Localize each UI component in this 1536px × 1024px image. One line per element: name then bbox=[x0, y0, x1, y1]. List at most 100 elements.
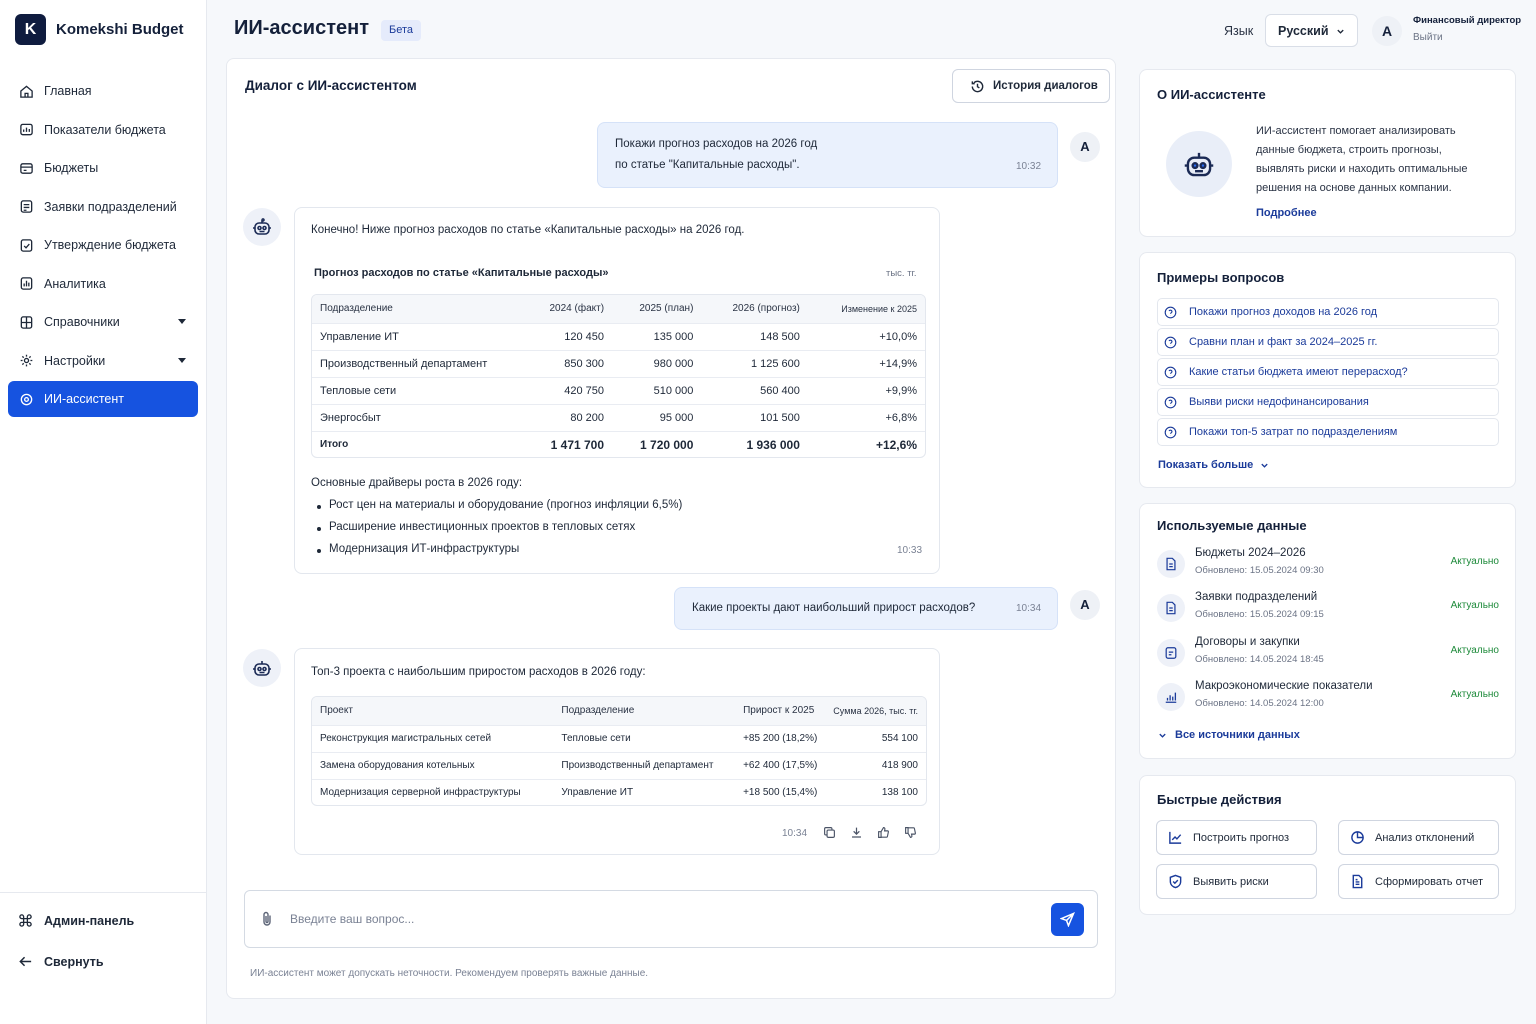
sidebar-item-home[interactable]: Главная bbox=[8, 73, 198, 109]
list-item: Модернизация ИТ-инфраструктуры bbox=[316, 543, 520, 555]
sidebar-nav: Главная Показатели бюджета Бюджеты Заявк… bbox=[8, 73, 198, 420]
book-icon bbox=[18, 314, 34, 330]
about-description: ИИ-ассистент помогает анализировать данн… bbox=[1256, 122, 1468, 198]
col-header: 2024 (факт) bbox=[522, 295, 613, 324]
thumbs-down-icon[interactable] bbox=[904, 826, 917, 839]
sidebar-item-label: Заявки подразделений bbox=[44, 199, 177, 214]
sidebar-item-requests[interactable]: Заявки подразделений bbox=[8, 189, 198, 225]
about-line: решения на основе данных компании. bbox=[1256, 182, 1452, 194]
example-question-text: Какие статьи бюджета имеют перерасход? bbox=[1189, 366, 1408, 378]
forecast-table: Подразделение 2024 (факт) 2025 (план) 20… bbox=[311, 294, 926, 458]
page-title: ИИ-ассистент bbox=[234, 17, 369, 39]
example-question[interactable]: Покажи прогноз доходов на 2026 год bbox=[1157, 298, 1499, 326]
chevron-down-icon bbox=[178, 357, 186, 363]
message-text: Какие проекты дают наибольший прирост ра… bbox=[692, 602, 976, 614]
help-circle-icon bbox=[1164, 366, 1177, 378]
sidebar-item-settings[interactable]: Настройки bbox=[8, 343, 198, 379]
cell: 510 000 bbox=[612, 377, 702, 405]
message-time: 10:34 bbox=[1016, 603, 1042, 614]
show-more-label: Показать больше bbox=[1158, 459, 1254, 471]
chevron-down-icon bbox=[1261, 463, 1268, 468]
table-header-row: Подразделение 2024 (факт) 2025 (план) 20… bbox=[312, 295, 925, 324]
button-label: Сформировать отчет bbox=[1375, 875, 1484, 888]
chat-input-placeholder[interactable]: Введите ваш вопрос... bbox=[290, 912, 414, 926]
logout-link[interactable]: Выйти bbox=[1413, 32, 1443, 43]
cell: 1 720 000 bbox=[640, 437, 694, 452]
cell: +12,6% bbox=[875, 437, 917, 452]
arrow-left-icon bbox=[18, 954, 34, 969]
cell: +62 400 (17,5%) bbox=[735, 752, 826, 780]
robot-icon bbox=[253, 661, 271, 676]
user-message: Какие проекты дают наибольший прирост ра… bbox=[674, 587, 1058, 630]
admin-panel-label: Админ-панель bbox=[44, 913, 135, 928]
message-text: Покажи прогноз расходов на 2026 год bbox=[615, 138, 818, 150]
example-question[interactable]: Сравни план и факт за 2024–2025 гг. bbox=[1157, 328, 1499, 356]
user-avatar[interactable]: А bbox=[1372, 16, 1402, 46]
message-time: 10:34 bbox=[782, 828, 808, 839]
examples-title: Примеры вопросов bbox=[1157, 270, 1285, 285]
report-icon bbox=[1352, 874, 1363, 889]
paperclip-icon[interactable] bbox=[260, 911, 274, 930]
contract-icon bbox=[1157, 639, 1185, 667]
example-question[interactable]: Какие статьи бюджета имеют перерасход? bbox=[1157, 358, 1499, 386]
app-name: Komekshi Budget bbox=[56, 21, 184, 38]
generate-report-button[interactable]: Сформировать отчет bbox=[1338, 864, 1499, 899]
cell: 418 900 bbox=[825, 752, 926, 780]
thumbs-up-icon[interactable] bbox=[877, 826, 890, 839]
sidebar-item-directories[interactable]: Справочники bbox=[8, 304, 198, 340]
example-question[interactable]: Покажи топ-5 затрат по подразделениям bbox=[1157, 418, 1499, 446]
download-icon[interactable] bbox=[850, 826, 863, 839]
sidebar-item-label: Аналитика bbox=[44, 276, 106, 291]
cell: Тепловые сети bbox=[553, 725, 736, 753]
message-text: Топ-3 проекта с наибольшим приростом рас… bbox=[311, 666, 646, 678]
col-header: Сумма 2026, тыс. тг. bbox=[825, 697, 926, 726]
all-sources-link[interactable]: Все источники данных bbox=[1158, 729, 1300, 741]
copy-icon[interactable] bbox=[823, 826, 836, 839]
cell: 554 100 bbox=[825, 725, 926, 753]
about-card: О ИИ-ассистенте ИИ-ассистент помогает ан… bbox=[1139, 69, 1516, 237]
data-source-name: Бюджеты 2024–2026 bbox=[1195, 547, 1306, 559]
app-logo[interactable]: K bbox=[15, 14, 46, 45]
col-header: Изменение к 2025 bbox=[807, 295, 925, 324]
list-item: Рост цен на материалы и оборудование (пр… bbox=[316, 499, 683, 511]
approve-icon bbox=[18, 237, 34, 253]
about-more-link[interactable]: Подробнее bbox=[1256, 207, 1317, 219]
collapse-sidebar-button[interactable]: Свернуть bbox=[18, 954, 104, 969]
cell: Модернизация серверной инфраструктуры bbox=[320, 787, 521, 799]
cell: 980 000 bbox=[612, 350, 702, 378]
sidebar-item-analytics[interactable]: Аналитика bbox=[8, 266, 198, 302]
example-question[interactable]: Выяви риски недофинансирования bbox=[1157, 388, 1499, 416]
all-sources-label: Все источники данных bbox=[1175, 729, 1300, 741]
send-button[interactable] bbox=[1051, 903, 1084, 936]
bot-avatar bbox=[243, 649, 281, 687]
pie-chart-icon bbox=[1351, 831, 1364, 844]
example-question-text: Покажи прогноз доходов на 2026 год bbox=[1189, 306, 1378, 318]
chat-input-box[interactable]: Введите ваш вопрос... bbox=[244, 890, 1098, 948]
data-source-updated: Обновлено: 14.05.2024 18:45 bbox=[1195, 654, 1324, 665]
sidebar-item-label: Настройки bbox=[44, 353, 106, 368]
history-button[interactable]: История диалогов bbox=[952, 69, 1110, 103]
language-value: Русский bbox=[1278, 24, 1329, 38]
identify-risks-button[interactable]: Выявить риски bbox=[1156, 864, 1317, 899]
message-time: 10:32 bbox=[1016, 161, 1042, 172]
table-row: Замена оборудования котельных Производст… bbox=[312, 752, 926, 780]
projects-table: Проект Подразделение Прирост к 2025 Сумм… bbox=[311, 696, 927, 806]
cell: 80 200 bbox=[522, 404, 613, 432]
sidebar-item-budget-indicators[interactable]: Показатели бюджета bbox=[8, 112, 198, 148]
show-more-button[interactable]: Показать больше bbox=[1158, 459, 1269, 471]
sidebar-item-ai-assistant[interactable]: ИИ-ассистент bbox=[8, 381, 198, 417]
sidebar-item-label: Бюджеты bbox=[44, 161, 99, 175]
variance-analysis-button[interactable]: Анализ отклонений bbox=[1338, 820, 1499, 855]
shield-icon bbox=[1169, 874, 1182, 889]
admin-panel-link[interactable]: Админ-панель bbox=[18, 913, 134, 928]
language-select[interactable]: Русский bbox=[1265, 14, 1358, 47]
build-forecast-button[interactable]: Построить прогноз bbox=[1156, 820, 1317, 855]
cell: +6,8% bbox=[807, 404, 925, 432]
sidebar-item-budgets[interactable]: Бюджеты bbox=[8, 150, 198, 186]
sidebar-item-approval[interactable]: Утверждение бюджета bbox=[8, 227, 198, 263]
cell: Производственный департамент bbox=[312, 350, 522, 378]
help-circle-icon bbox=[1164, 336, 1177, 348]
sidebar-footer bbox=[0, 892, 206, 893]
table-row: Управление ИТ 120 450 135 000 148 500 +1… bbox=[312, 323, 925, 351]
beta-badge: Бета bbox=[381, 20, 422, 41]
